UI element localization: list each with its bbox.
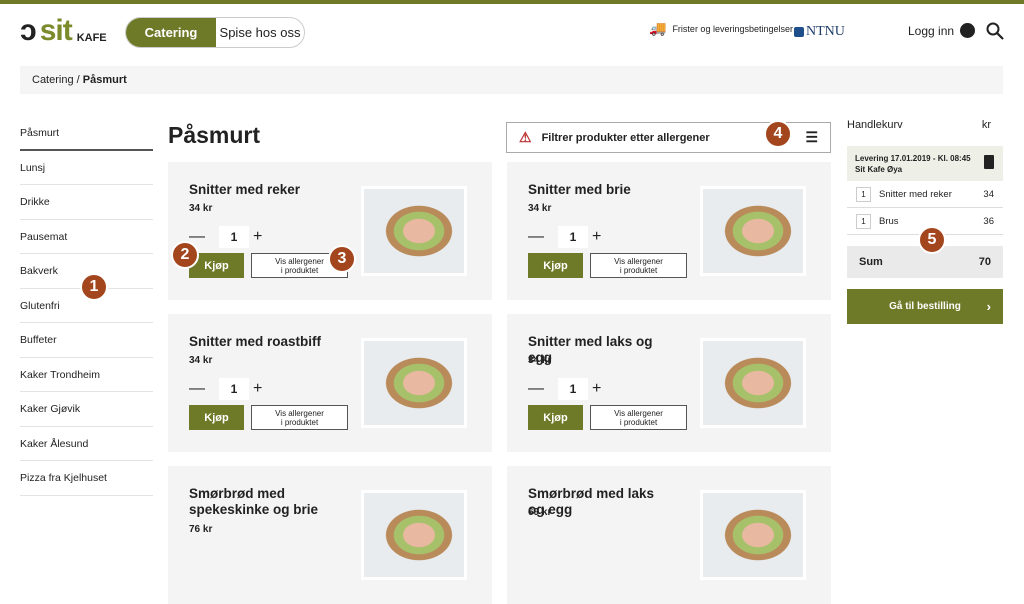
product-name[interactable]: Snitter med brie (528, 182, 668, 198)
logo-text: sit (39, 14, 73, 47)
filter-label: Filtrer produkter etter allergener (541, 131, 710, 144)
ntnu-square-icon (794, 27, 804, 37)
search-icon[interactable] (986, 22, 1004, 40)
filter-lines-icon: ☰ (805, 129, 818, 145)
breadcrumb: Catering / Påsmurt (20, 66, 1003, 94)
quantity-stepper: — 1 + (189, 226, 262, 248)
sit-kafe-logo[interactable]: ↄ sit KAFE (20, 14, 107, 47)
minus-icon[interactable]: — (189, 380, 205, 398)
product-image (700, 490, 806, 580)
product-name[interactable]: Smørbrød med spekeskinke og brie (189, 486, 329, 518)
sidebar-item-pausemat[interactable]: Pausemat (20, 220, 153, 254)
logo-mark-icon: ↄ (20, 14, 37, 47)
sidebar-item-lunsj[interactable]: Lunsj (20, 151, 153, 185)
product-card: Snitter med reker 34 kr — 1 + Kjøp Vis a… (168, 162, 492, 300)
annotation-marker: 5 (918, 226, 946, 254)
quantity-stepper: — 1 + (528, 226, 601, 248)
truck-icon: 🚚 (649, 20, 667, 36)
delivery-terms-label: Frister og leveringsbetingelser (672, 23, 793, 34)
trash-icon[interactable] (984, 155, 994, 169)
buy-button[interactable]: Kjøp (528, 253, 583, 278)
product-price: 34 kr (528, 355, 552, 366)
minus-icon[interactable]: — (528, 228, 544, 246)
mode-tabs: Catering Spise hos oss (125, 17, 305, 48)
top-accent-bar (0, 0, 1024, 4)
product-image (361, 338, 467, 428)
product-image (361, 490, 467, 580)
product-card: Snitter med laks og egg 34 kr — 1 + Kjøp… (507, 314, 831, 452)
product-card: Smørbrød med spekeskinke og brie 76 kr (168, 466, 492, 604)
ntnu-logo[interactable]: NTNU (794, 24, 845, 40)
annotation-marker: 3 (328, 245, 356, 273)
quantity-stepper: — 1 + (189, 378, 262, 400)
product-name[interactable]: Snitter med roastbiff (189, 334, 329, 350)
logo-sub: KAFE (76, 32, 107, 44)
product-image (700, 186, 806, 276)
sidebar-item-kaker-trondheim[interactable]: Kaker Trondheim (20, 358, 153, 392)
show-allergens-button[interactable]: Vis allergener i produktet (590, 405, 687, 430)
minus-icon[interactable]: — (528, 380, 544, 398)
quantity-input[interactable]: 1 (558, 226, 588, 248)
login-label: Logg inn (908, 23, 955, 38)
product-image (700, 338, 806, 428)
quantity-input[interactable]: 1 (219, 378, 249, 400)
product-price: 76 kr (189, 524, 213, 535)
plus-icon[interactable]: + (253, 228, 262, 246)
product-card: Snitter med brie 34 kr — 1 + Kjøp Vis al… (507, 162, 831, 300)
chevron-right-icon: › (986, 299, 991, 314)
cart-item-qty[interactable]: 1 (856, 186, 871, 202)
breadcrumb-current: Påsmurt (82, 74, 127, 86)
plus-icon[interactable]: + (592, 380, 601, 398)
product-name[interactable]: Snitter med reker (189, 182, 329, 198)
sidebar-item-pasmurt[interactable]: Påsmurt (20, 116, 153, 151)
annotation-marker: 2 (171, 241, 199, 269)
product-price: 69 kr (528, 507, 552, 518)
sidebar-item-pizza[interactable]: Pizza fra Kjelhuset (20, 461, 153, 496)
checkout-button[interactable]: Gå til bestilling › (847, 289, 1003, 324)
breadcrumb-catering[interactable]: Catering (32, 74, 74, 86)
cart-header: Handlekurv kr (847, 119, 1003, 131)
delivery-info: Levering 17.01.2019 - Kl. 08:45 Sit Kafe… (847, 146, 1003, 181)
product-card: Smørbrød med laks og egg 69 kr (507, 466, 831, 604)
warning-icon: ⚠ (519, 129, 532, 145)
cart-title: Handlekurv (847, 119, 903, 131)
cart-currency: kr (981, 119, 991, 131)
cart-item-qty[interactable]: 1 (856, 213, 871, 229)
product-price: 34 kr (189, 355, 213, 366)
quantity-input[interactable]: 1 (558, 378, 588, 400)
sidebar-item-drikke[interactable]: Drikke (20, 185, 153, 220)
product-price: 34 kr (528, 203, 552, 214)
cart-sum-value: 70 (978, 256, 991, 268)
quantity-input[interactable]: 1 (219, 226, 249, 248)
category-sidebar: Påsmurt Lunsj Drikke Pausemat Bakverk Gl… (20, 116, 153, 496)
show-allergens-button[interactable]: Vis allergener i produktet (251, 405, 348, 430)
annotation-marker: 1 (80, 273, 108, 301)
delivery-terms-link[interactable]: 🚚 Frister og leveringsbetingelser (649, 20, 793, 37)
cart-item: 1 Snitter med reker 34 (847, 181, 1003, 208)
tab-spise-hos-oss[interactable]: Spise hos oss (216, 18, 304, 47)
quantity-stepper: — 1 + (528, 378, 601, 400)
show-allergens-button[interactable]: Vis allergener i produktet (590, 253, 687, 278)
user-circle-icon (960, 23, 976, 38)
sidebar-item-kaker-alesund[interactable]: Kaker Ålesund (20, 427, 153, 461)
product-image (361, 186, 467, 276)
buy-button[interactable]: Kjøp (528, 405, 583, 430)
page-title: Påsmurt (168, 122, 261, 148)
plus-icon[interactable]: + (253, 380, 262, 398)
login-button[interactable]: Logg inn (908, 23, 976, 38)
tab-catering[interactable]: Catering (126, 18, 216, 47)
product-price: 34 kr (189, 203, 213, 214)
annotation-marker: 4 (764, 120, 792, 148)
buy-button[interactable]: Kjøp (189, 405, 244, 430)
plus-icon[interactable]: + (592, 228, 601, 246)
sidebar-item-buffeter[interactable]: Buffeter (20, 323, 153, 358)
sidebar-item-kaker-gjovik[interactable]: Kaker Gjøvik (20, 392, 153, 427)
product-card: Snitter med roastbiff 34 kr — 1 + Kjøp V… (168, 314, 492, 452)
